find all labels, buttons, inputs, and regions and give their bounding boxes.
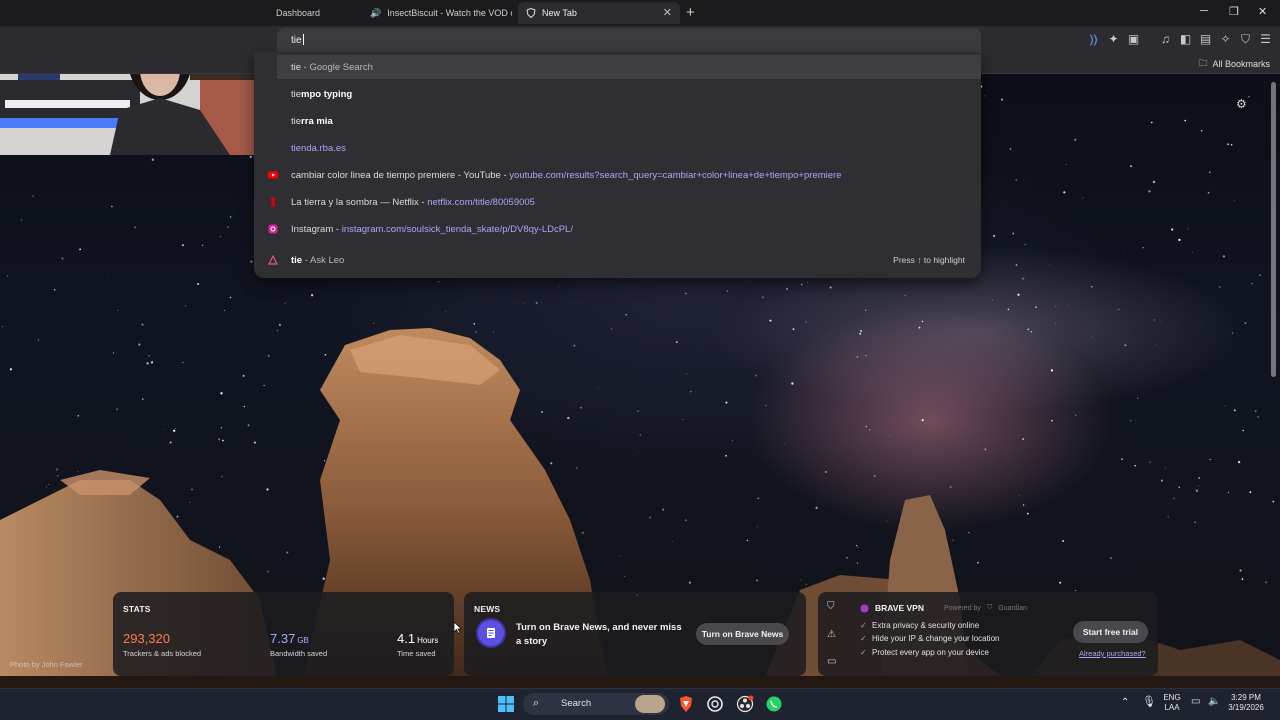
all-bookmarks-button[interactable]: 🗀 All Bookmarks — [1198, 56, 1270, 72]
bandwidth-stat: 7.37 GB Bandwidth saved — [270, 631, 328, 658]
turn-on-news-button[interactable]: Turn on Brave News — [696, 623, 789, 645]
brave-shield-icon — [526, 8, 536, 18]
vpn-feature: ✓ Extra privacy & security online — [860, 621, 980, 630]
highlight-hint: Press ↑ to highlight — [893, 255, 965, 265]
speaker-icon[interactable]: 🔊 — [370, 8, 381, 19]
guardian-icon: ⛉ — [986, 604, 993, 611]
windows-start-icon[interactable] — [497, 695, 515, 713]
brave-vpn-widget: BRAVE VPN Powered by ⛉ Guardian ✓ Extra p… — [848, 592, 1158, 676]
close-window-button[interactable]: ✕ — [1258, 5, 1267, 18]
warning-icon[interactable]: ⚠ — [827, 629, 836, 640]
leo-icon — [268, 255, 278, 265]
vpn-icon[interactable]: ⛉ — [1239, 33, 1252, 46]
omnibox-suggestions: tie - Google Search tiempo typing tierra… — [254, 52, 981, 278]
suggestion-instagram[interactable]: Instagram - instagram.com/soulsick_tiend… — [254, 217, 981, 241]
search-icon: ⌕ — [533, 697, 540, 709]
netflix-icon — [271, 197, 276, 207]
youtube-icon — [268, 171, 278, 179]
brave-browser-icon[interactable] — [677, 695, 695, 713]
close-tab-icon[interactable]: ✕ — [663, 6, 672, 19]
vpn-feature: ✓ Protect every app on your device — [860, 648, 989, 657]
chatgpt-icon[interactable] — [706, 695, 724, 713]
vpn-logo-icon — [860, 603, 869, 613]
mouse-cursor-icon — [454, 622, 462, 634]
taskbar-search[interactable]: ⌕ Search — [523, 693, 669, 715]
text-caret — [302, 34, 304, 45]
clock[interactable]: 3:29 PM 3/19/2026 — [1226, 693, 1266, 713]
stats-widget: STATS 293,320 Trackers & ads blocked 7.3… — [113, 592, 454, 676]
sidebar-icon[interactable]: ◧ — [1179, 33, 1192, 46]
news-title: NEWS — [474, 604, 501, 614]
tab-dashboard[interactable]: Dashboard — [268, 2, 350, 24]
address-input[interactable]: tie — [291, 35, 302, 46]
suggestion-tiempo-typing[interactable]: tiempo typing — [254, 82, 981, 106]
wallet-icon[interactable]: ▤ — [1199, 33, 1212, 46]
menu-icon[interactable]: ☰ — [1259, 33, 1272, 46]
news-promo-text: Turn on Brave News, and never miss a sto… — [516, 622, 682, 647]
suggestion-netflix[interactable]: La tierra y la sombra — Netflix - netfli… — [254, 190, 981, 214]
tab-insectbiscuit[interactable]: 🔊 InsectBiscuit - Watch the VOD on — [356, 2, 512, 24]
suggestion-tienda-rba[interactable]: tienda.rba.es — [254, 136, 981, 160]
language-indicator[interactable]: ENG LAA — [1161, 693, 1183, 713]
music-icon[interactable]: ♫ — [1159, 33, 1172, 46]
shield-icon[interactable]: ⛉ — [827, 601, 835, 612]
restore-button[interactable]: ❐ — [1229, 5, 1239, 18]
leo-ai-icon[interactable]: ✧ — [1219, 33, 1232, 46]
suggestion-google-search[interactable]: tie - Google Search — [277, 55, 981, 79]
obs-studio-icon[interactable] — [736, 695, 754, 713]
time-saved-stat: 4.1 Hours Time saved — [397, 631, 439, 658]
whatsapp-icon[interactable] — [765, 695, 783, 713]
trackers-stat: 293,320 Trackers & ads blocked — [123, 631, 202, 658]
vpn-side-icons: ⛉ ⚠ ▭ — [818, 592, 848, 676]
vpn-feature: ✓ Hide your IP & change your location — [860, 634, 1000, 643]
tab-title: InsectBiscuit - Watch the VOD on — [387, 8, 512, 18]
show-hidden-icons[interactable]: ⌃ — [1121, 698, 1129, 708]
vpn-title: BRAVE VPN — [875, 603, 924, 613]
suggestion-tierra-mia[interactable]: tierra mia — [254, 109, 981, 133]
tab-title: Dashboard — [276, 8, 321, 18]
screenshot-icon[interactable]: ▣ — [1127, 33, 1140, 46]
brave-news-icon — [478, 620, 504, 646]
news-widget: NEWS Turn on Brave News, and never miss … — [464, 592, 806, 676]
vpn-powered-brand: Guardian — [998, 604, 1027, 612]
new-tab-button[interactable]: + — [686, 4, 695, 21]
microphone-icon[interactable]: 🎙 — [1142, 697, 1156, 708]
address-bar[interactable]: tie — [277, 28, 981, 52]
tab-new-tab[interactable]: New Tab ✕ — [518, 2, 680, 24]
stats-title: STATS — [123, 604, 151, 614]
suggestion-youtube[interactable]: cambiar color linea de tiempo premiere -… — [254, 163, 981, 187]
media-playing-icon[interactable]: )) — [1087, 33, 1100, 46]
already-purchased-link[interactable]: Already purchased? — [1079, 649, 1146, 658]
folder-icon: 🗀 — [1198, 58, 1208, 68]
instagram-icon — [268, 224, 278, 234]
suggestion-ask-leo[interactable]: tie - Ask Leo Press ↑ to highlight — [254, 248, 981, 272]
start-free-trial-button[interactable]: Start free trial — [1073, 621, 1148, 643]
photo-credit[interactable]: Photo by John Fowler — [10, 660, 83, 669]
search-highlight-image — [635, 695, 665, 713]
screen-icon[interactable]: ▭ — [827, 656, 836, 667]
minimize-button[interactable]: ─ — [1200, 5, 1208, 17]
extensions-icon[interactable]: ✦ — [1107, 33, 1120, 46]
tab-title: New Tab — [542, 8, 577, 18]
network-icon[interactable]: ▭ — [1191, 697, 1200, 707]
page-scrollbar[interactable] — [1271, 82, 1276, 377]
all-bookmarks-label: All Bookmarks — [1212, 59, 1270, 69]
vpn-powered-by: Powered by — [943, 604, 981, 612]
settings-gear-icon[interactable]: ⚙ — [1236, 97, 1249, 111]
volume-icon[interactable]: 🔈 — [1208, 697, 1220, 707]
